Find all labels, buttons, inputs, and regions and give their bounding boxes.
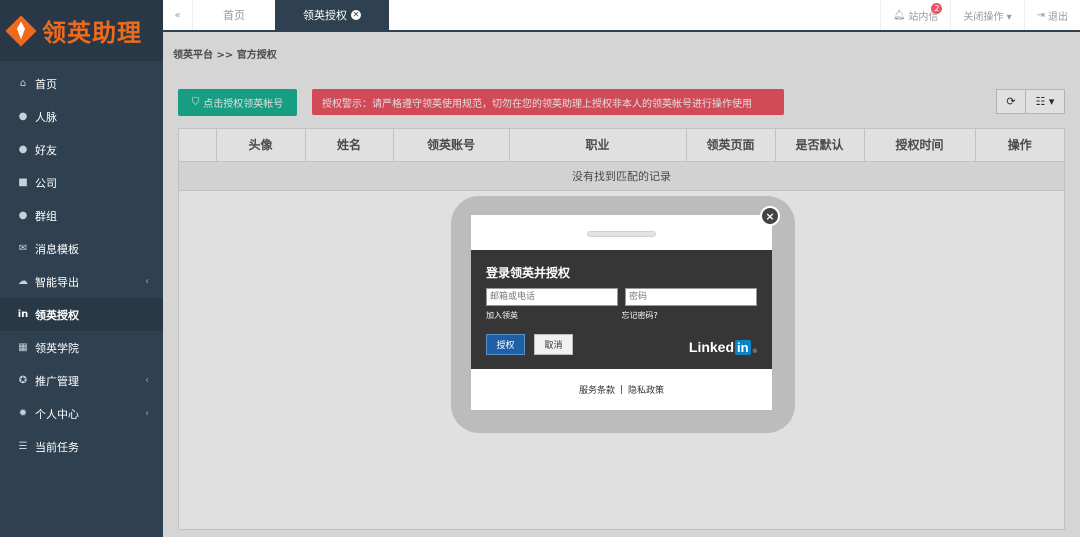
join-link[interactable]: 加入领英 <box>486 310 622 321</box>
cog-icon: ✹ <box>18 408 28 419</box>
sidebar-nav: ⌂ 首页 ● 人脉 ● 好友 ■ 公司 ● 群组 ✉ 消息模板 ☁ 智能导出 ‹ in 领英授权 … <box>0 61 163 463</box>
sidebar-item-label: 领英学院 <box>35 341 79 355</box>
top-tab-bar: « 首页 领英授权 ✕ 🔔︎ 站内信 2 关闭操作 ▾ ⇥ 退出 <box>163 0 1080 32</box>
linkedin-icon: in <box>17 309 29 320</box>
tab-label: 领英授权 <box>303 9 347 22</box>
messages-badge: 2 <box>931 3 943 14</box>
sidebar-item-label: 当前任务 <box>35 440 79 454</box>
bell-icon: 🔔︎ <box>892 9 906 21</box>
dialog-title: 登录领英并授权 <box>486 266 571 280</box>
forgot-password-link[interactable]: 忘记密码? <box>622 310 758 321</box>
list-icon: ☰ <box>18 441 28 452</box>
user-icon: ● <box>18 111 28 122</box>
logo-text: 领英助理 <box>42 19 142 47</box>
sidebar-item-company[interactable]: ■ 公司 <box>0 166 163 199</box>
institution-icon: ▦ <box>18 342 28 353</box>
sidebar-item-label: 推广管理 <box>35 374 79 388</box>
terms-link[interactable]: 服务条款 <box>579 383 615 396</box>
sidebar-item-academy[interactable]: ▦ 领英学院 <box>0 331 163 364</box>
sidebar-item-contacts[interactable]: ● 人脉 <box>0 100 163 133</box>
linkedin-logo-word: Linked <box>688 339 735 355</box>
cloud-download-icon: ☁ <box>18 276 28 287</box>
sidebar-item-message-templates[interactable]: ✉ 消息模板 <box>0 232 163 265</box>
sidebar-item-label: 消息模板 <box>35 242 79 256</box>
briefcase-icon: ■ <box>18 177 28 188</box>
linkedin-logo: Linked in ® <box>689 339 757 355</box>
sidebar-item-label: 群组 <box>35 209 57 223</box>
privacy-link[interactable]: 隐私政策 <box>628 383 664 396</box>
dialog-body: 登录领英并授权 邮箱或电话 密码 加入领英 忘记密码? 授权 取消 Linked… <box>471 250 772 369</box>
logout-label: 退出 <box>1048 11 1068 23</box>
close-operations-dropdown[interactable]: 关闭操作 ▾ <box>950 0 1023 30</box>
sidebar: 领英助理 ⌂ 首页 ● 人脉 ● 好友 ■ 公司 ● 群组 ✉ 消息模板 ☁ 智能导出 ‹ in… <box>0 0 163 537</box>
close-operations-label: 关闭操作 ▾ <box>963 11 1012 23</box>
users-icon: ● <box>18 210 28 221</box>
tab-label: 首页 <box>223 9 245 22</box>
sidebar-item-personal-center[interactable]: ✹ 个人中心 ‹ <box>0 397 163 430</box>
registered-mark: ® <box>752 349 757 355</box>
tab-linkedin-auth[interactable]: 领英授权 ✕ <box>275 0 389 30</box>
double-chevron-left-icon: « <box>174 9 181 21</box>
compass-icon: ✪ <box>18 375 28 386</box>
sidebar-item-promotion[interactable]: ✪ 推广管理 ‹ <box>0 364 163 397</box>
sign-out-icon: ⇥ <box>1036 9 1045 21</box>
dialog-header <box>471 215 772 250</box>
cancel-button[interactable]: 取消 <box>534 334 573 355</box>
email-field[interactable]: 邮箱或电话 <box>486 288 618 306</box>
logout-button[interactable]: ⇥ 退出 <box>1023 0 1080 30</box>
sidebar-item-home[interactable]: ⌂ 首页 <box>0 67 163 100</box>
sidebar-item-label: 智能导出 <box>35 275 79 289</box>
messages-button[interactable]: 🔔︎ 站内信 2 <box>879 0 951 30</box>
sidebar-item-current-tasks[interactable]: ☰ 当前任务 <box>0 430 163 463</box>
dialog-footer: 服务条款 | 隐私政策 <box>471 369 772 410</box>
sidebar-item-smart-export[interactable]: ☁ 智能导出 ‹ <box>0 265 163 298</box>
chevron-left-icon: ‹ <box>145 276 149 287</box>
close-dialog-icon[interactable]: × <box>760 206 780 226</box>
sidebar-item-linkedin-auth[interactable]: in 领英授权 <box>0 298 163 331</box>
sidebar-item-label: 首页 <box>35 77 57 91</box>
chevron-left-icon: ‹ <box>145 408 149 419</box>
sidebar-item-label: 公司 <box>35 176 57 190</box>
authorize-button[interactable]: 授权 <box>486 334 525 355</box>
home-icon: ⌂ <box>19 78 27 89</box>
logo-mark-icon <box>5 14 37 47</box>
password-field[interactable]: 密码 <box>625 288 757 306</box>
close-tab-icon[interactable]: ✕ <box>351 10 361 20</box>
sidebar-item-friends[interactable]: ● 好友 <box>0 133 163 166</box>
app-logo[interactable]: 领英助理 <box>0 0 163 61</box>
tab-home[interactable]: 首页 <box>193 0 275 30</box>
sidebar-item-label: 领英授权 <box>35 308 79 322</box>
footer-separator: | <box>619 384 624 395</box>
chevron-left-icon: ‹ <box>145 375 149 386</box>
sidebar-item-label: 个人中心 <box>35 407 79 421</box>
drag-handle[interactable] <box>587 231 656 237</box>
envelope-icon: ✉ <box>18 243 28 254</box>
top-right-actions: 🔔︎ 站内信 2 关闭操作 ▾ ⇥ 退出 <box>879 0 1080 30</box>
sidebar-item-groups[interactable]: ● 群组 <box>0 199 163 232</box>
sidebar-item-label: 好友 <box>35 143 57 157</box>
linkedin-in-icon: in <box>735 339 751 355</box>
comments-icon: ● <box>18 144 28 155</box>
sidebar-item-label: 人脉 <box>35 110 57 124</box>
linkedin-login-dialog: 登录领英并授权 邮箱或电话 密码 加入领英 忘记密码? 授权 取消 Linked… <box>471 215 772 410</box>
tabs-back-button[interactable]: « <box>163 0 193 30</box>
